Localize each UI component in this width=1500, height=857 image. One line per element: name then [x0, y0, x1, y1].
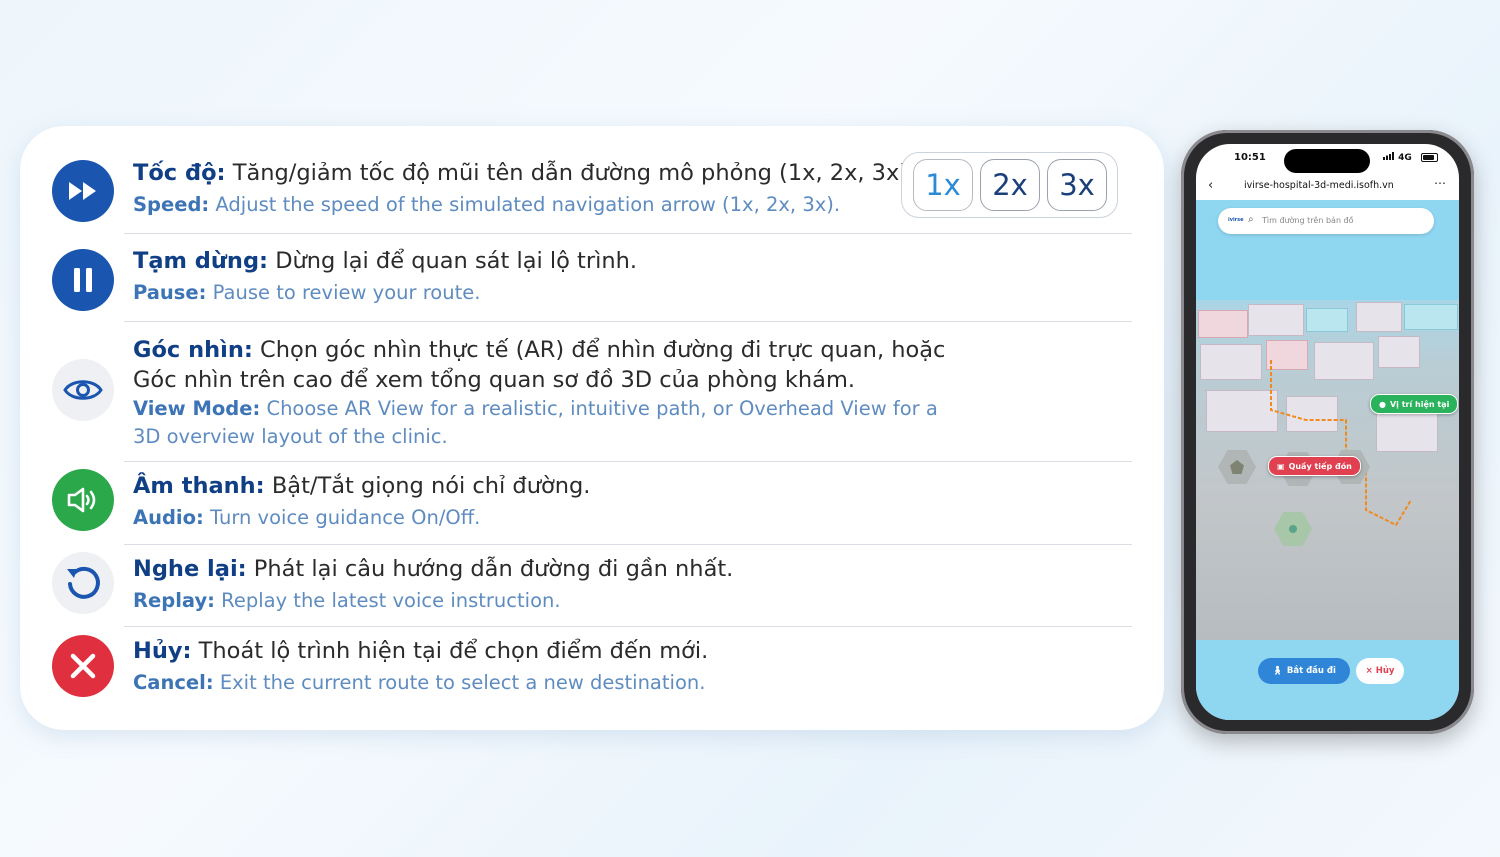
phone-mockup: 10:51 4G ‹ ivirse-hospital-3d-medi.isofh…: [1181, 130, 1474, 734]
search-placeholder: Tìm đường trên bản đồ: [1262, 216, 1354, 225]
replay-icon: [67, 566, 100, 599]
audio-en-label: Audio:: [133, 506, 204, 529]
view-en-text: Choose AR View for a realistic, intuitiv…: [260, 397, 938, 420]
pause-button[interactable]: [52, 249, 114, 311]
divider: [124, 544, 1132, 545]
search-logo: ivirse: [1228, 217, 1244, 223]
location-pin-icon: ●: [1379, 399, 1386, 409]
pause-vi-text: Dừng lại để quan sát lại lộ trình.: [268, 248, 638, 274]
pause-description: Tạm dừng: Dừng lại để quan sát lại lộ tr…: [133, 246, 637, 307]
view-mode-description: Góc nhìn: Chọn góc nhìn thực tế (AR) để …: [133, 335, 945, 451]
cancel-vi-text: Thoát lộ trình hiện tại để chọn điểm đến…: [191, 638, 709, 664]
audio-button[interactable]: [52, 469, 114, 531]
pause-en-text: Pause to review your route.: [206, 281, 481, 304]
signal-icon: [1383, 152, 1394, 160]
speed-vi-label: Tốc độ:: [133, 160, 226, 186]
replay-vi-text: Phát lại câu hướng dẫn đường đi gần nhất…: [246, 556, 734, 582]
dynamic-island: [1284, 149, 1370, 173]
divider: [124, 461, 1132, 462]
reception-label: Quầy tiếp đón: [1288, 461, 1352, 471]
fast-forward-button[interactable]: [52, 160, 114, 222]
view-en-label: View Mode:: [133, 397, 261, 420]
controls-legend-card: Tốc độ: Tăng/giảm tốc độ mũi tên dẫn đườ…: [20, 126, 1164, 730]
divider: [124, 233, 1132, 234]
audio-description: Âm thanh: Bật/Tắt giọng nói chỉ đường. A…: [133, 471, 590, 532]
replay-en-label: Replay:: [133, 589, 215, 612]
view-vi-text-line2: Góc nhìn trên cao để xem tổng quan sơ đồ…: [133, 367, 856, 393]
speed-en-text: Adjust the speed of the simulated naviga…: [209, 193, 841, 216]
speed-2x-button[interactable]: 2x: [980, 159, 1040, 211]
speed-description: Tốc độ: Tăng/giảm tốc độ mũi tên dẫn đườ…: [133, 158, 915, 219]
speaker-icon: [67, 487, 96, 513]
status-time: 10:51: [1234, 152, 1266, 163]
current-location-tag[interactable]: ● Vị trí hiện tại: [1370, 394, 1459, 414]
audio-en-text: Turn voice guidance On/Off.: [203, 506, 481, 529]
search-icon: ⌕: [1248, 214, 1254, 225]
divider: [124, 321, 1132, 322]
map-view[interactable]: ivirse ⌕ Tìm đường trên bản đồ ● Vị trí …: [1196, 200, 1459, 720]
network-type: 4G: [1398, 153, 1412, 163]
divider: [124, 626, 1132, 627]
battery-icon: [1421, 153, 1438, 162]
view-en-text-line2: 3D overview layout of the clinic.: [133, 425, 448, 448]
navigation-panel: 🚶︎ Bắt đầu đi × Hủy: [1196, 644, 1459, 720]
pause-icon: [74, 268, 92, 292]
view-vi-label: Góc nhìn:: [133, 337, 253, 363]
browser-bar: ‹ ivirse-hospital-3d-medi.isofh.vn ⋯: [1196, 176, 1459, 198]
cancel-button-label: Hủy: [1375, 666, 1395, 676]
replay-en-text: Replay the latest voice instruction.: [214, 589, 561, 612]
speed-3x-button[interactable]: 3x: [1047, 159, 1107, 211]
start-navigation-button[interactable]: 🚶︎ Bắt đầu đi: [1258, 658, 1350, 684]
back-chevron-icon[interactable]: ‹: [1208, 178, 1213, 193]
speed-vi-text: Tăng/giảm tốc độ mũi tên dẫn đường mô ph…: [225, 160, 916, 186]
reception-icon: ▣: [1277, 461, 1285, 471]
phone-screen: 10:51 4G ‹ ivirse-hospital-3d-medi.isofh…: [1196, 144, 1459, 720]
replay-description: Nghe lại: Phát lại câu hướng dẫn đường đ…: [133, 554, 733, 615]
close-small-icon: ×: [1365, 666, 1373, 676]
pause-en-label: Pause:: [133, 281, 207, 304]
view-mode-button[interactable]: [52, 359, 114, 421]
current-location-label: Vị trí hiện tại: [1389, 399, 1450, 409]
speed-selector: 1x 2x 3x: [901, 152, 1118, 218]
cancel-en-label: Cancel:: [133, 671, 214, 694]
fast-forward-icon: [69, 182, 96, 200]
start-button-label: Bắt đầu đi: [1286, 666, 1336, 676]
speed-en-label: Speed:: [133, 193, 210, 216]
status-bar: 10:51 4G: [1196, 144, 1459, 174]
cancel-navigation-button[interactable]: × Hủy: [1356, 658, 1404, 684]
url-text[interactable]: ivirse-hospital-3d-medi.isofh.vn: [1244, 180, 1394, 191]
audio-vi-label: Âm thanh:: [133, 473, 265, 499]
replay-button[interactable]: [52, 552, 114, 614]
reception-tag[interactable]: ▣ Quầy tiếp đón: [1268, 456, 1361, 476]
walk-icon: 🚶︎: [1272, 666, 1283, 676]
more-icon[interactable]: ⋯: [1434, 176, 1446, 190]
view-vi-text: Chọn góc nhìn thực tế (AR) để nhìn đường…: [252, 337, 946, 363]
cancel-en-text: Exit the current route to select a new d…: [213, 671, 706, 694]
eye-icon: [63, 380, 103, 400]
close-icon: [70, 653, 96, 679]
cancel-button[interactable]: [52, 635, 114, 697]
replay-vi-label: Nghe lại:: [133, 556, 247, 582]
pause-vi-label: Tạm dừng:: [133, 248, 269, 274]
cancel-vi-label: Hủy:: [133, 638, 192, 664]
speed-1x-button[interactable]: 1x: [913, 159, 973, 211]
cancel-description: Hủy: Thoát lộ trình hiện tại để chọn điể…: [133, 636, 708, 697]
map-search-input[interactable]: ivirse ⌕ Tìm đường trên bản đồ: [1218, 208, 1434, 234]
audio-vi-text: Bật/Tắt giọng nói chỉ đường.: [264, 473, 591, 499]
network-indicator: 4G: [1383, 152, 1412, 163]
